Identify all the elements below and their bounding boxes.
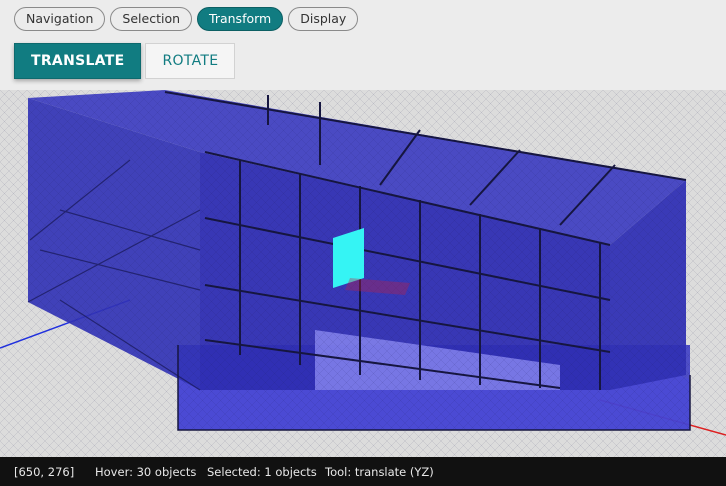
tab-selection[interactable]: Selection [110,7,193,31]
3d-viewport[interactable] [0,90,726,457]
status-bar: [650, 276] Hover: 30 objects Selected: 1… [0,457,726,486]
toolbar-area: Navigation Selection Transform Display T… [0,0,726,90]
cursor-coordinates: [650, 276] [14,465,75,479]
transform-actions: TRANSLATE ROTATE [14,43,236,79]
mode-tab-bar: Navigation Selection Transform Display [14,7,359,31]
tab-navigation[interactable]: Navigation [14,7,106,31]
tab-display[interactable]: Display [288,7,359,31]
translate-button[interactable]: TRANSLATE [14,43,142,79]
rotate-button[interactable]: ROTATE [145,43,236,79]
active-tool: Tool: translate (YZ) [325,465,434,479]
tab-transform[interactable]: Transform [197,7,284,31]
selected-count: Selected: 1 objects [207,465,317,479]
scene-canvas[interactable] [0,90,726,457]
hover-count: Hover: 30 objects [95,465,197,479]
